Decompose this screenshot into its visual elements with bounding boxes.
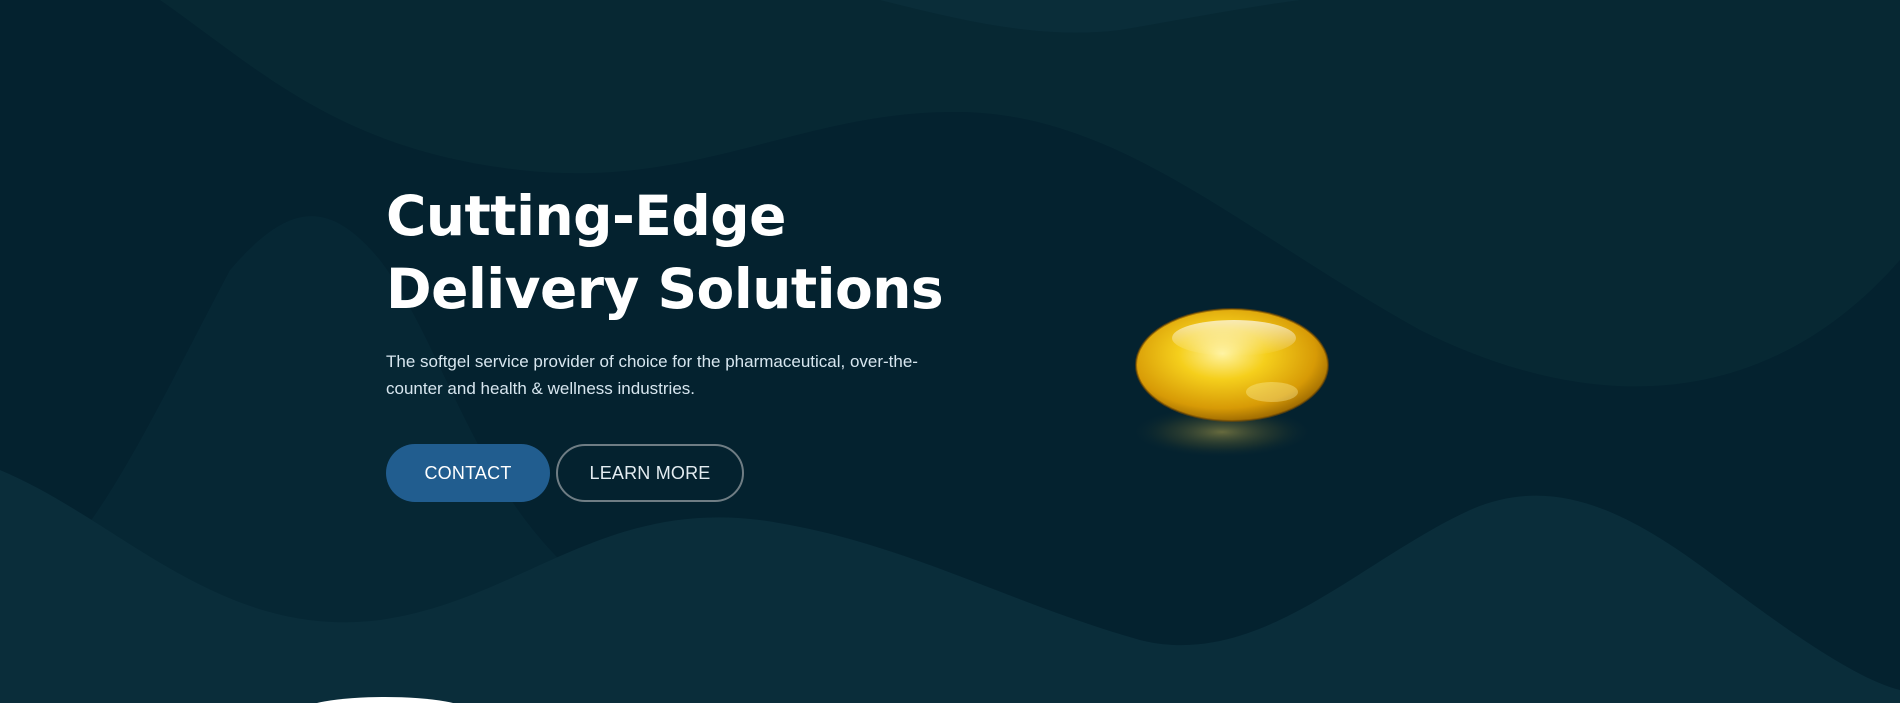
hero-subtitle: The softgel service provider of choice f…: [386, 352, 918, 398]
softgel-capsule-icon: [1130, 308, 1329, 458]
hero-content: Cutting-Edge Delivery Solutions The soft…: [386, 180, 1006, 502]
page-title: Cutting-Edge Delivery Solutions: [386, 180, 1006, 326]
hero-section: Cutting-Edge Delivery Solutions The soft…: [0, 0, 1900, 703]
learn-more-button[interactable]: LEARN MORE: [556, 444, 744, 502]
headline-line-2: Delivery Solutions: [386, 257, 944, 321]
contact-button[interactable]: CONTACT: [386, 444, 550, 502]
headline-line-1: Cutting-Edge: [386, 184, 786, 248]
hero-buttons: CONTACT LEARN MORE: [386, 444, 1006, 502]
